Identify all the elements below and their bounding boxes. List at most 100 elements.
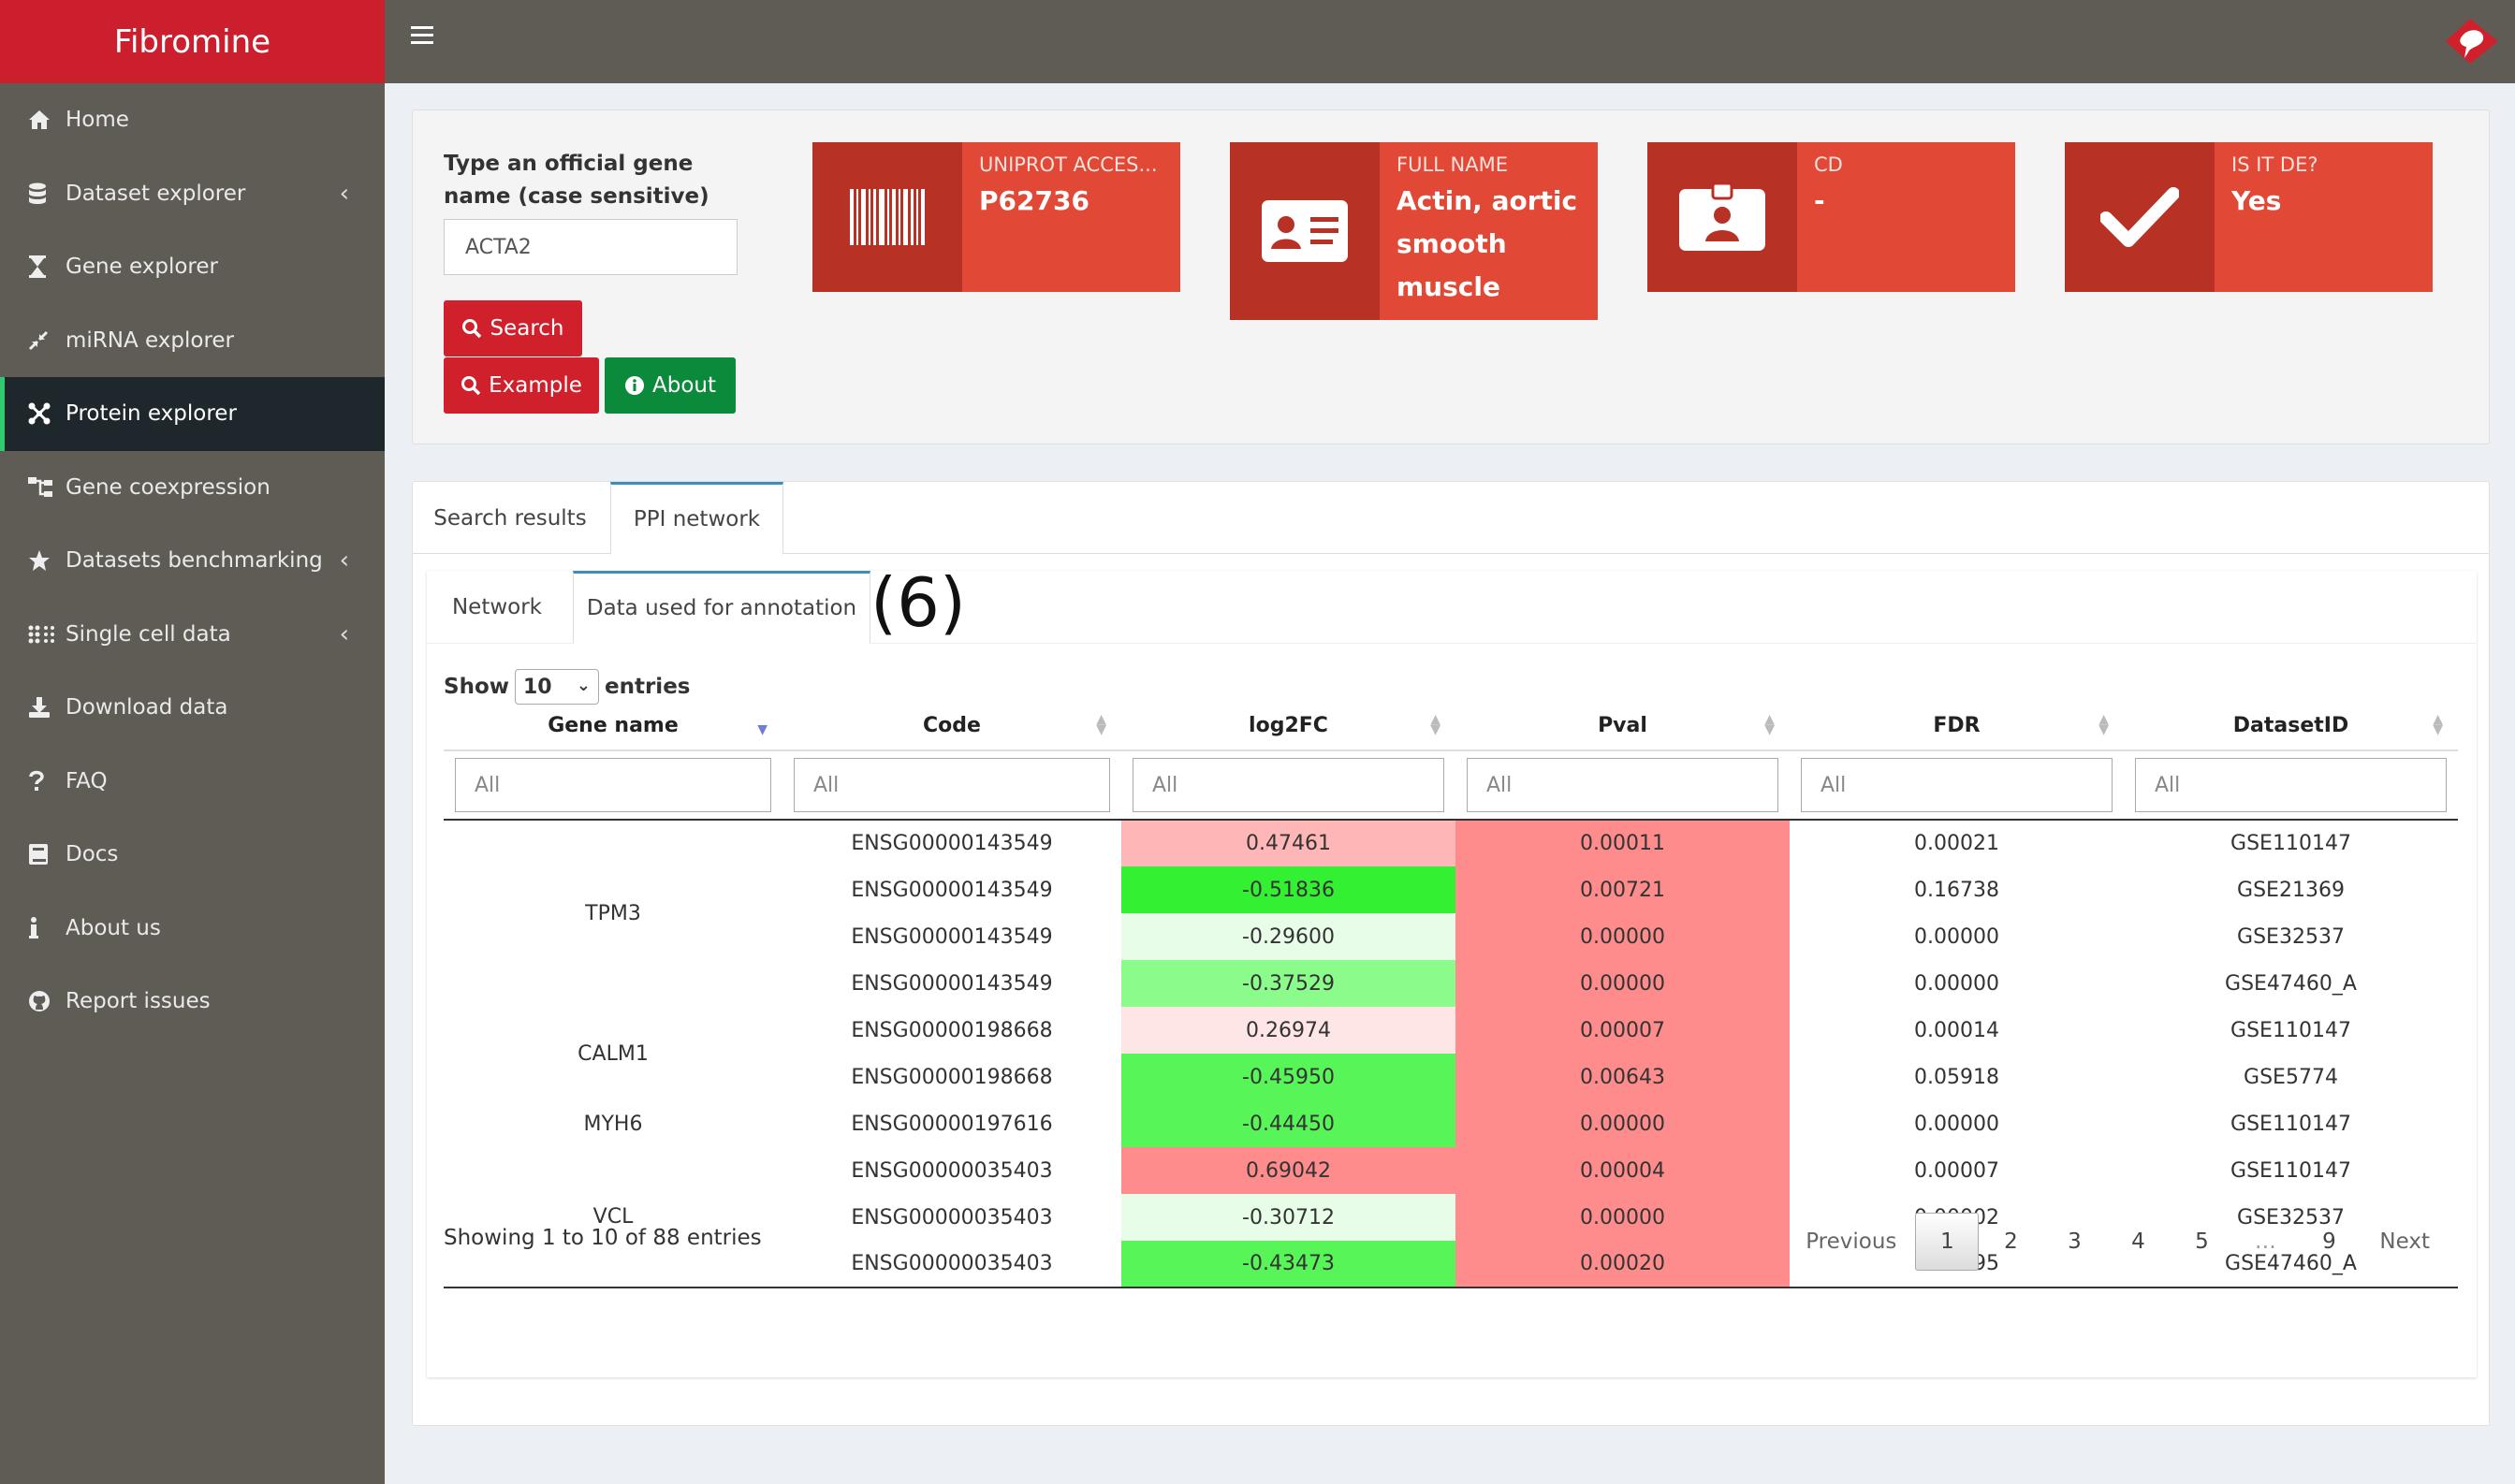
- pagination-previous[interactable]: Previous: [1787, 1213, 1915, 1271]
- column-header-fdr[interactable]: FDR ▲ ▼: [1790, 702, 2124, 751]
- id-card-icon: [1230, 142, 1380, 320]
- log2fc-cell: -0.45950: [1121, 1054, 1455, 1100]
- sidebar-item-label: Gene explorer: [66, 255, 218, 280]
- sidebar-item-datasets-benchmarking[interactable]: Datasets benchmarking ‹: [0, 524, 385, 598]
- pagination-page-5[interactable]: 5: [2170, 1213, 2233, 1271]
- sort-desc-icon: ▼: [757, 722, 768, 737]
- hourglass-icon: [28, 255, 66, 279]
- pagination-page-3[interactable]: 3: [2042, 1213, 2106, 1271]
- infobox-uniprot: UNIPROT ACCES... P62736: [812, 142, 1180, 292]
- log2fc-cell: -0.29600: [1121, 913, 1455, 960]
- column-header-code[interactable]: Code ▲ ▼: [782, 702, 1121, 751]
- infobox-value: Actin, aortic smooth muscle: [1396, 185, 1578, 302]
- pval-cell: 0.00011: [1455, 820, 1790, 866]
- pagination-next[interactable]: Next: [2361, 1213, 2449, 1271]
- sort-icon: ▲ ▼: [2433, 712, 2443, 737]
- dataset-id-cell: GSE21369: [2237, 878, 2345, 902]
- dataset-id-cell: GSE47460_A: [2225, 971, 2357, 996]
- code-cell: ENSG00000035403: [851, 1158, 1053, 1183]
- sidebar-item-label: FAQ: [66, 768, 108, 793]
- sidebar-item-label: Docs: [66, 842, 119, 867]
- pagination-page-9[interactable]: 9: [2297, 1213, 2361, 1271]
- sidebar-item-about-us[interactable]: About us: [0, 892, 385, 966]
- table-row[interactable]: MYH6 ENSG00000197616 -0.44450 0.00000 0.0000…: [444, 1100, 2458, 1147]
- page-length-select[interactable]: 10 ⌄: [515, 669, 599, 705]
- gene-name-input[interactable]: [444, 219, 738, 275]
- sidebar-item-label: miRNA explorer: [66, 327, 235, 353]
- column-filter-input[interactable]: All: [1801, 758, 2113, 812]
- sidebar-item-label: Download data: [66, 695, 228, 720]
- log2fc-cell: 0.47461: [1121, 820, 1455, 866]
- sidebar-item-gene-explorer[interactable]: Gene explorer: [0, 230, 385, 304]
- column-header-datasetid[interactable]: DatasetID ▲ ▼: [2124, 702, 2458, 751]
- menu-toggle-icon[interactable]: [411, 26, 433, 45]
- star-icon: [28, 549, 66, 572]
- column-header-pval[interactable]: Pval ▲ ▼: [1455, 702, 1790, 751]
- sidebar-item-dataset-explorer[interactable]: Dataset explorer ‹: [0, 157, 385, 231]
- code-cell: ENSG00000035403: [782, 1241, 1121, 1288]
- example-button[interactable]: Example: [444, 357, 599, 414]
- infobox-label: IS IT DE?: [2231, 153, 2318, 176]
- sidebar-item-gene-coexpression[interactable]: Gene coexpression: [0, 451, 385, 525]
- fdr-cell: 0.00000: [1914, 971, 1999, 996]
- sidebar-item-report-issues[interactable]: Report issues: [0, 965, 385, 1039]
- chevron-down-icon: ⌄: [576, 676, 591, 695]
- log2fc-cell: -0.51836: [1121, 866, 1455, 913]
- sidebar-item-home[interactable]: Home: [0, 83, 385, 157]
- fdr-cell: 0.05918: [1914, 1065, 1999, 1089]
- barcode-icon: [812, 142, 962, 292]
- column-header-gene-name[interactable]: Gene name ▼: [444, 702, 782, 751]
- column-filter-input[interactable]: All: [1467, 758, 1778, 812]
- sidebar-item-download-data[interactable]: Download data: [0, 671, 385, 745]
- search-icon: [461, 375, 481, 396]
- pval-cell: 0.00721: [1455, 866, 1790, 913]
- sidebar-item-single-cell-data[interactable]: Single cell data ‹: [0, 598, 385, 672]
- tab-ppi-network[interactable]: PPI network: [610, 482, 783, 555]
- brand-logo-icon[interactable]: [2442, 15, 2502, 67]
- top-navbar: [385, 0, 2515, 83]
- pagination-page-1[interactable]: 1: [1915, 1213, 1980, 1271]
- sidebar-item-docs[interactable]: Docs: [0, 818, 385, 892]
- download-icon: [28, 696, 66, 719]
- home-icon: [28, 109, 66, 130]
- id-badge-icon: [1647, 142, 1797, 292]
- column-header-log2fc[interactable]: log2FC ▲ ▼: [1121, 702, 1455, 751]
- pagination-page-2[interactable]: 2: [1979, 1213, 2042, 1271]
- code-cell: ENSG00000198668: [851, 1065, 1053, 1089]
- pagination-page-4[interactable]: 4: [2106, 1213, 2170, 1271]
- gene-name-cell: VCL: [444, 1147, 782, 1288]
- question-icon: [28, 770, 66, 793]
- sidebar-item-label: Home: [66, 108, 129, 133]
- app-logo[interactable]: Fibromine: [0, 0, 385, 83]
- tab-search-results[interactable]: Search results: [413, 482, 607, 555]
- column-filter-input[interactable]: All: [1133, 758, 1444, 812]
- sidebar-item-protein-explorer[interactable]: Protein explorer: [0, 377, 385, 451]
- infobox-label: UNIPROT ACCES...: [979, 153, 1158, 176]
- sort-icon: ▲ ▼: [1430, 712, 1440, 737]
- annotation-table: Gene name ▼ Code ▲ ▼ log2FC ▲ ▼ Pval ▲ ▼ FDR ▲ ▼ Datas…: [444, 702, 2458, 1288]
- filter-cell: All: [1455, 750, 1790, 821]
- search-button[interactable]: Search: [444, 300, 582, 356]
- sort-icon: ▲ ▼: [2098, 712, 2109, 737]
- page-length-control: Show 10 ⌄ entries: [444, 669, 690, 705]
- filter-cell: All: [2124, 750, 2458, 821]
- gene-name-cell: CALM1: [578, 1041, 649, 1066]
- dataset-id-cell: GSE110147: [2230, 1158, 2351, 1183]
- table-row[interactable]: VCL ENSG00000035403 0.69042 0.00004 0.00007 G…: [444, 1147, 2458, 1288]
- about-button[interactable]: About: [605, 357, 736, 414]
- column-filter-input[interactable]: All: [2135, 758, 2447, 812]
- code-cell: ENSG00000143549: [851, 878, 1053, 902]
- sidebar-item-faq[interactable]: FAQ: [0, 745, 385, 819]
- column-filter-input[interactable]: All: [794, 758, 1110, 812]
- tab-network[interactable]: Network: [427, 571, 567, 644]
- network-icon: [28, 402, 66, 425]
- tab-data-used-for-annotation[interactable]: Data used for annotation: [573, 571, 870, 644]
- column-filter-input[interactable]: All: [455, 758, 771, 812]
- sidebar-item-mirna-explorer[interactable]: miRNA explorer: [0, 304, 385, 378]
- database-icon: [28, 182, 66, 205]
- log2fc-cell: -0.44450: [1121, 1100, 1455, 1147]
- chevron-left-icon: ‹: [339, 179, 349, 208]
- table-row[interactable]: TPM3 ENSG00000143549 0.47461 0.00011 0.00021…: [444, 820, 2458, 925]
- table-row[interactable]: CALM1 ENSG00000198668 0.26974 0.00007 0.0001…: [444, 1007, 2458, 1066]
- chevron-left-icon: ‹: [339, 546, 349, 575]
